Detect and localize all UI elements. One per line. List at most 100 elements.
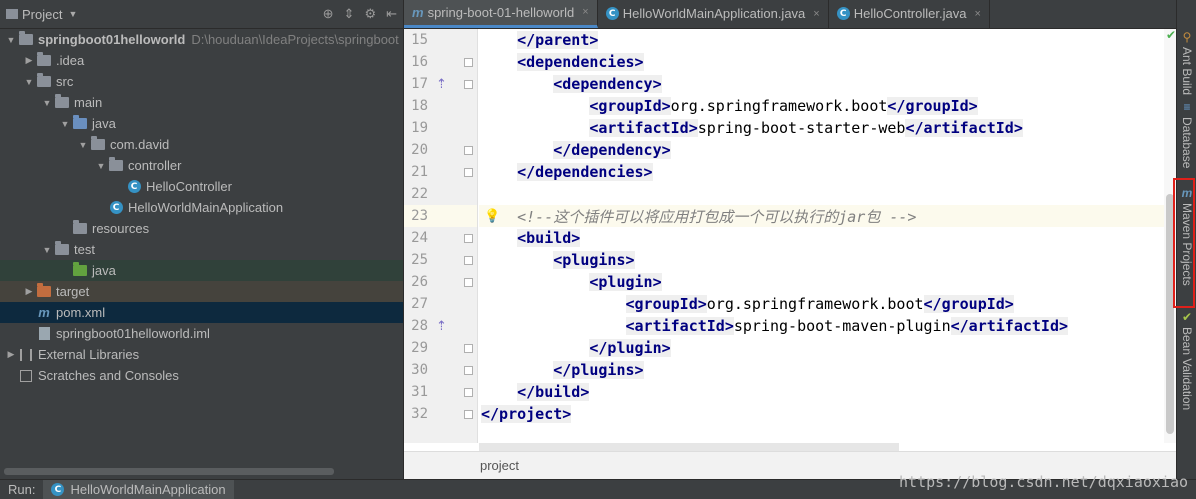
fold-marker-icon[interactable] xyxy=(464,387,473,397)
hide-icon[interactable]: ⇤ xyxy=(386,6,397,22)
code-line[interactable]: </parent> xyxy=(479,29,1164,51)
tree-item[interactable]: java xyxy=(0,260,403,281)
fold-marker-icon[interactable] xyxy=(464,57,473,67)
expand-arrow-icon[interactable]: ▼ xyxy=(76,140,90,150)
expand-arrow-icon[interactable]: ▼ xyxy=(94,161,108,171)
module-file-icon xyxy=(36,327,52,341)
tree-item[interactable]: ▼ java xyxy=(0,113,403,134)
tree-item[interactable]: ▼ src xyxy=(0,71,403,92)
code-line[interactable]: </dependencies> xyxy=(479,161,1164,183)
code-line[interactable]: <groupId> org.springframework.boot </group… xyxy=(479,293,1164,315)
editor-horizontal-scrollbar[interactable] xyxy=(479,443,899,451)
fold-marker-icon[interactable] xyxy=(464,365,473,375)
close-icon[interactable]: × xyxy=(974,8,980,20)
collapse-arrow-icon[interactable]: ▶ xyxy=(22,286,36,297)
fold-marker-icon[interactable] xyxy=(464,79,473,89)
tool-ant-build[interactable]: ⚲ Ant Build xyxy=(1177,30,1196,95)
locate-icon[interactable]: ⊕ xyxy=(323,6,334,22)
code-line[interactable]: <build> xyxy=(479,227,1164,249)
editor-tab[interactable]: m spring-boot-01-helloworld × xyxy=(404,0,598,28)
code-line[interactable]: <dependencies> xyxy=(479,51,1164,73)
tree-item-label: springboot01helloworld xyxy=(38,32,186,47)
run-tab[interactable]: C HelloWorldMainApplication xyxy=(43,479,234,499)
code-line[interactable]: <plugins> xyxy=(479,249,1164,271)
tree-item[interactable]: ▶ External Libraries xyxy=(0,344,403,365)
fold-marker-icon[interactable] xyxy=(464,409,473,419)
run-tab-label: HelloWorldMainApplication xyxy=(70,482,226,497)
tree-item-label: External Libraries xyxy=(38,347,140,362)
tree-item[interactable]: C HelloWorldMainApplication xyxy=(0,197,403,218)
collapse-arrow-icon[interactable]: ▶ xyxy=(4,349,18,360)
code-line[interactable] xyxy=(479,183,1164,205)
expand-arrow-icon[interactable]: ▼ xyxy=(40,98,54,108)
project-panel-title[interactable]: Project xyxy=(22,7,62,22)
tree-item[interactable]: Scratches and Consoles xyxy=(0,365,403,386)
code-lines[interactable]: </parent> <dependencies> <dependency> <g… xyxy=(479,29,1164,425)
editor-tab[interactable]: C HelloController.java × xyxy=(829,0,990,28)
gutter-line: 27 xyxy=(404,293,477,315)
code-line[interactable]: </dependency> xyxy=(479,139,1164,161)
expand-arrow-icon[interactable]: ▼ xyxy=(22,77,36,87)
tree-item[interactable]: ▼ test xyxy=(0,239,403,260)
fold-marker-icon[interactable] xyxy=(464,167,473,177)
tab-label: HelloController.java xyxy=(853,6,967,21)
lightbulb-icon[interactable]: 💡 xyxy=(484,209,500,224)
tree-item[interactable]: ▼ controller xyxy=(0,155,403,176)
tree-item-label: target xyxy=(56,284,90,299)
tree-item[interactable]: m pom.xml xyxy=(0,302,403,323)
chevron-down-icon[interactable]: ▼ xyxy=(68,9,77,19)
gear-icon[interactable]: ⚙ xyxy=(364,6,376,22)
tool-database[interactable]: ≡ Database xyxy=(1177,100,1196,168)
class-icon: C xyxy=(836,7,850,20)
code-line[interactable]: <artifactId> spring-boot-starter-web </art… xyxy=(479,117,1164,139)
close-icon[interactable]: × xyxy=(582,6,588,18)
xml-tag: </parent> xyxy=(517,31,599,49)
expand-arrow-icon[interactable]: ▼ xyxy=(4,35,18,45)
code-line[interactable]: </project> xyxy=(479,403,1164,425)
horizontal-scrollbar[interactable] xyxy=(4,468,334,475)
fold-marker-icon[interactable] xyxy=(464,343,473,353)
close-icon[interactable]: × xyxy=(813,8,819,20)
expand-arrow-icon[interactable]: ▼ xyxy=(58,119,72,129)
resources-folder-icon xyxy=(72,220,88,236)
line-number: 25 xyxy=(411,252,428,268)
gutter-line: 16 xyxy=(404,51,477,73)
tree-item[interactable]: ▼ main xyxy=(0,92,403,113)
code-line[interactable]: 💡 <!--这个插件可以将应用打包成一个可以执行的jar包 --> xyxy=(479,205,1164,227)
code-line[interactable]: </build> xyxy=(479,381,1164,403)
editor-tab[interactable]: C HelloWorldMainApplication.java × xyxy=(598,0,829,28)
fold-marker-icon[interactable] xyxy=(464,255,473,265)
code-line[interactable]: <plugin> xyxy=(479,271,1164,293)
tree-item[interactable]: springboot01helloworld.iml xyxy=(0,323,403,344)
breadcrumb-item[interactable]: project xyxy=(480,458,519,473)
tree-item[interactable]: C HelloController xyxy=(0,176,403,197)
tree-item-label: controller xyxy=(128,158,182,173)
fold-marker-icon[interactable] xyxy=(464,145,473,155)
code-line[interactable]: <artifactId> spring-boot-maven-plugin </ar… xyxy=(479,315,1164,337)
collapse-arrow-icon[interactable]: ▶ xyxy=(22,55,36,66)
expand-arrow-icon[interactable]: ▼ xyxy=(40,245,54,255)
tool-bean-validation[interactable]: ✔ Bean Validation xyxy=(1177,310,1196,410)
fold-marker-icon[interactable] xyxy=(464,233,473,243)
code-line[interactable]: <groupId> org.springframework.boot </group… xyxy=(479,95,1164,117)
tree-item[interactable]: ▼ springboot01helloworld D:\houduan\IdeaPr… xyxy=(0,29,403,50)
fold-marker-icon[interactable] xyxy=(464,277,473,287)
xml-tag: <dependency> xyxy=(553,75,662,93)
xml-tag: </groupId> xyxy=(923,295,1014,313)
override-marker-icon[interactable]: ⇡ xyxy=(436,76,447,92)
collapse-icon[interactable]: ⇕ xyxy=(344,6,355,22)
tree-item[interactable]: ▼ com.david xyxy=(0,134,403,155)
tab-label: spring-boot-01-helloworld xyxy=(427,4,575,20)
tree-item[interactable]: ▶ target xyxy=(0,281,403,302)
code-line[interactable]: <dependency> xyxy=(479,73,1164,95)
override-marker-icon[interactable]: ⇡ xyxy=(436,318,447,334)
folder-icon xyxy=(54,241,70,257)
tree-item[interactable]: resources xyxy=(0,218,403,239)
code-line[interactable]: </plugins> xyxy=(479,359,1164,381)
code-line[interactable]: </plugin> xyxy=(479,337,1164,359)
code-area[interactable]: 15 16 17 ⇡ 18 19 20 21 22 23 24 25 26 27 28 ⇡ 29 30 31 32 <… xyxy=(404,29,1176,443)
ant-icon: ⚲ xyxy=(1182,30,1192,44)
tree-item[interactable]: ▶ .idea xyxy=(0,50,403,71)
